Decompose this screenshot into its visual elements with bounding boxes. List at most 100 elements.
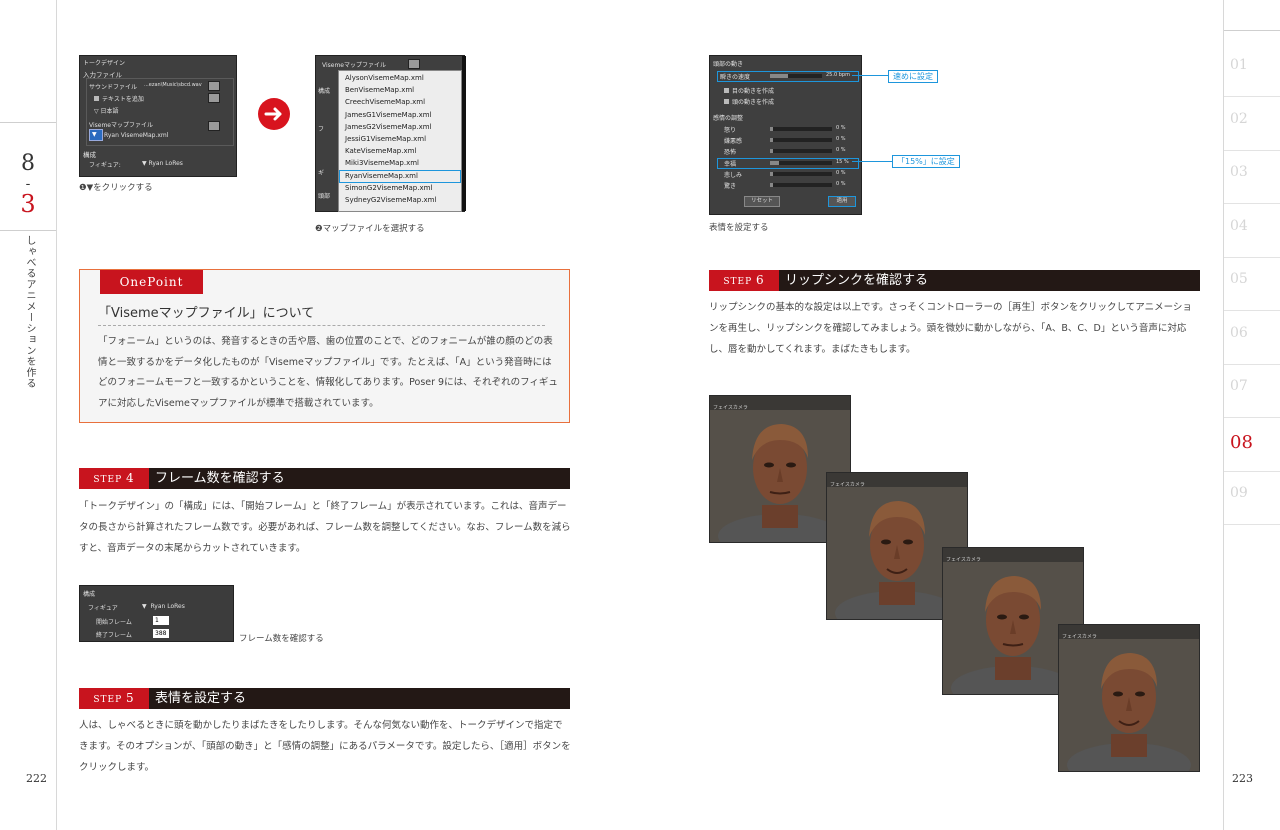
emotion-label: 嫌悪感 (724, 138, 743, 146)
expression-settings-screenshot: 頭部の動き 瞬きの速度 25.0 bpm 目の動きを作成 頭の動きを作成 感情の… (709, 55, 862, 215)
callout-line (852, 161, 892, 162)
browse-button[interactable] (208, 81, 220, 91)
caption-step2: ❷マップファイルを選択する (315, 224, 425, 234)
blink-speed-label: 瞬きの速度 (720, 74, 751, 81)
viseme-map-item[interactable]: JamesG1VisemeMap.xml (345, 111, 432, 119)
side-label: 構成 (318, 88, 331, 95)
side-label: ギ (318, 170, 325, 177)
chapter-tab-05[interactable]: 05 (1224, 259, 1280, 311)
step5-bar: STEP 5 表情を設定する (79, 688, 570, 709)
sound-path: ...ezan\Music\sbcd.wav (144, 82, 202, 88)
emotion-slider[interactable] (770, 160, 832, 165)
onepoint-title: 「Visemeマップファイル」について (98, 306, 315, 321)
chapter-tab-08[interactable]: 08 (1224, 420, 1280, 472)
talk-designer-screenshot: トークデザイン 入力ファイル サウンドファイル ...ezan\Music\sb… (79, 55, 237, 177)
start-frame-label: 開始フレーム (96, 619, 132, 626)
emotion-value: 15 % (836, 158, 849, 165)
caption-step4: フレーム数を確認する (239, 634, 324, 644)
emotion-slider[interactable] (770, 138, 832, 143)
head-motion-section: 頭部の動き (713, 61, 744, 68)
step5-label: STEP 5 (79, 688, 149, 709)
text-button[interactable] (208, 93, 220, 103)
chevron-down-icon[interactable]: ▼ (89, 129, 103, 141)
compose-section: 構成 (83, 591, 96, 598)
viseme-map-item[interactable]: BenVisemeMap.xml (345, 86, 414, 94)
divider (98, 325, 545, 326)
dropdown-header: Visemeマップファイル (322, 62, 386, 69)
step5-body: 人は、しゃべるときに頭を動かしたりまばたきをしたりします。そんな何気ない動作を、… (79, 720, 571, 773)
reset-button[interactable]: リセット (744, 196, 780, 207)
sound-label: サウンドファイル (89, 84, 138, 91)
selected-item-highlight (339, 169, 461, 183)
step6-body: リップシンクの基本的な設定は以上です。さっそくコントローラーの［再生］ボタンをク… (709, 302, 1192, 355)
viseme-map-item[interactable]: CreechVisemeMap.xml (345, 98, 425, 106)
face-render (1067, 653, 1191, 771)
chapter-title: しゃべるアニメーションを作る (24, 235, 35, 389)
emotion-section: 感情の調整 (713, 115, 744, 122)
start-frame-input[interactable]: 1 (153, 616, 169, 625)
viseme-file: Ryan VisemeMap.xml (104, 132, 169, 139)
end-frame-label: 終了フレーム (96, 632, 132, 639)
viseme-map-item[interactable]: SimonG2VisemeMap.xml (345, 184, 432, 192)
chapter-tab-07[interactable]: 07 (1224, 366, 1280, 418)
emotion-label: 幸福 (724, 160, 737, 168)
figure-label: フィギュア (88, 605, 118, 612)
emotion-label: 驚き (724, 183, 737, 190)
emotion-slider[interactable] (770, 171, 832, 176)
step4-bar: STEP 4 フレーム数を確認する (79, 468, 570, 489)
chapter-tab-02[interactable]: 02 (1224, 99, 1280, 151)
head-motion-checkbox[interactable]: 頭の動きを作成 (724, 97, 774, 106)
viseme-map-list[interactable]: AlysonVisemeMap.xml BenVisemeMap.xml Creec… (338, 70, 462, 212)
language: ▽ 日本語 (94, 108, 119, 115)
viseme-map-item[interactable]: SydneyG2VisemeMap.xml (345, 196, 436, 204)
viseme-map-item[interactable]: JessiG1VisemeMap.xml (345, 135, 426, 143)
rail-divider (1224, 30, 1280, 31)
eye-motion-checkbox[interactable]: 目の動きを作成 (724, 86, 774, 95)
onepoint-label: OnePoint (100, 270, 203, 294)
step4-body: 「トークデザイン」の「構成」には、「開始フレーム」と「終了フレーム」が表示されて… (79, 501, 571, 554)
emotion-slider[interactable] (770, 183, 832, 187)
chapter-tab-03[interactable]: 03 (1224, 152, 1280, 204)
emotion-slider[interactable] (770, 149, 832, 154)
emotion-value: 0 % (836, 181, 846, 187)
step6-title: リップシンクを確認する (785, 273, 929, 288)
chapter-tab-06[interactable]: 06 (1224, 313, 1280, 365)
emotion-label: 悲しみ (724, 171, 743, 179)
apply-button[interactable]: 適用 (828, 196, 856, 207)
chapter-number: 8 - 3 (20, 151, 36, 218)
step5-title: 表情を設定する (155, 691, 247, 706)
viseme-label: Visemeマップファイル (89, 122, 153, 129)
chapter-tab-01[interactable]: 01 (1224, 45, 1280, 97)
rail-divider (0, 122, 56, 123)
step4-label: STEP 4 (79, 468, 149, 489)
viseme-map-item[interactable]: Miki3VisemeMap.xml (345, 159, 419, 167)
callout-line (852, 75, 888, 76)
emotion-value: 0 % (836, 147, 846, 154)
frame-count-screenshot: 構成 フィギュア ▼ Ryan LoRes 開始フレーム 1 終了フレーム 38… (79, 585, 234, 642)
emotion-label: 恐怖 (724, 149, 737, 157)
viseme-map-item[interactable]: JamesG2VisemeMap.xml (345, 123, 432, 131)
text-add-checkbox[interactable]: テキストを追加 (94, 94, 144, 103)
figure-select[interactable]: ▼ Ryan LoRes (142, 160, 183, 167)
blink-speed-value: 25.0 bpm (826, 72, 850, 78)
emotion-slider[interactable] (770, 127, 832, 131)
figure-select[interactable]: ▼ Ryan LoRes (142, 603, 185, 610)
side-label: フ (318, 126, 325, 133)
callout-speed: 速めに設定 (888, 70, 938, 83)
step4-title: フレーム数を確認する (155, 471, 285, 486)
onepoint-body: 「フォニーム」というのは、発音するときの舌や唇、歯の位置のことで、どのフォニーム… (98, 336, 558, 409)
viseme-map-item[interactable]: AlysonVisemeMap.xml (345, 74, 424, 82)
viseme-map-item[interactable]: KateVisemeMap.xml (345, 147, 416, 155)
rail-divider (0, 230, 56, 231)
callout-happy: 「15%」に設定 (892, 155, 960, 168)
chapter-tab-04[interactable]: 04 (1224, 206, 1280, 258)
chapter-tab-09[interactable]: 09 (1224, 473, 1280, 525)
arrow-right-icon (258, 98, 290, 130)
side-label: 頭部 (318, 193, 331, 200)
viseme-browse-button[interactable] (208, 121, 220, 131)
step6-bar: STEP 6 リップシンクを確認する (709, 270, 1200, 291)
browse-button[interactable] (408, 59, 420, 69)
end-frame-input[interactable]: 388 (153, 629, 169, 638)
panel-title: トークデザイン (83, 60, 126, 67)
emotion-value: 0 % (836, 136, 846, 143)
